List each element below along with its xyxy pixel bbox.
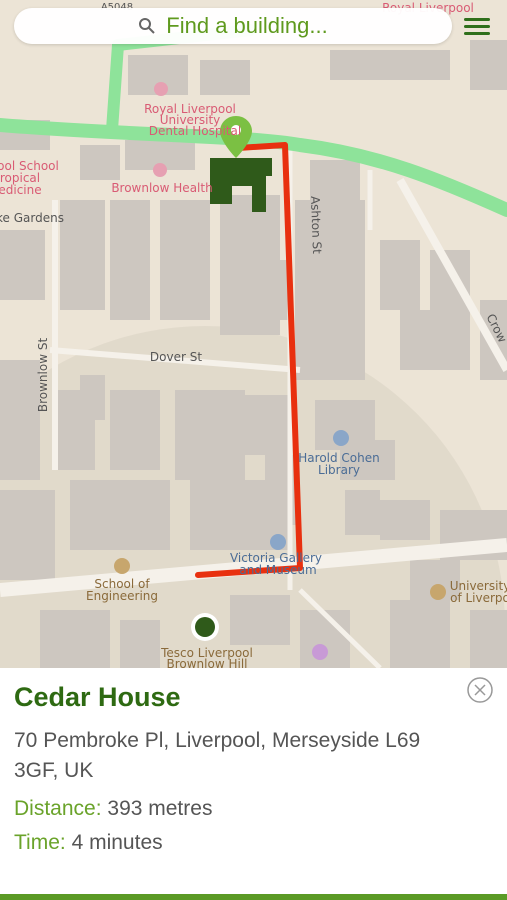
map-label: edicine <box>0 183 42 197</box>
map-label: and Museum <box>239 563 316 577</box>
close-icon[interactable] <box>466 676 494 704</box>
search-icon <box>139 18 155 34</box>
campus-map[interactable]: Royal Liverpool University Dental Hospit… <box>0 0 507 668</box>
map-label: of Liverpo <box>450 591 507 605</box>
building-name: Cedar House <box>14 682 181 712</box>
distance-row: Distance: 393 metres <box>14 797 212 821</box>
map-label: Engineering <box>86 589 158 603</box>
bottom-accent-bar <box>0 894 507 900</box>
search-bar[interactable]: Find a building... <box>14 8 452 44</box>
map-label: Brownlow Hill <box>167 657 248 668</box>
search-placeholder: Find a building... <box>166 13 328 38</box>
map-label: Dover St <box>150 350 202 364</box>
time-label: Time: <box>14 831 66 854</box>
menu-icon[interactable] <box>462 14 492 40</box>
map-label: Library <box>318 463 360 477</box>
distance-label: Distance: <box>14 797 102 820</box>
distance-value: 393 metres <box>107 797 213 820</box>
map-label: Brownlow Health <box>111 181 212 195</box>
map-label: Ashton St <box>308 196 324 255</box>
time-value: 4 minutes <box>71 831 163 854</box>
current-location-icon <box>191 613 219 641</box>
top-bar: Find a building... <box>0 0 507 52</box>
time-row: Time: 4 minutes <box>14 831 163 855</box>
map-label: Brownlow St <box>36 338 50 413</box>
building-address: 70 Pembroke Pl, Liverpool, Merseyside L6… <box>14 729 421 782</box>
map-label: Dental Hospital <box>149 124 241 138</box>
map-label: ke Gardens <box>0 211 64 225</box>
